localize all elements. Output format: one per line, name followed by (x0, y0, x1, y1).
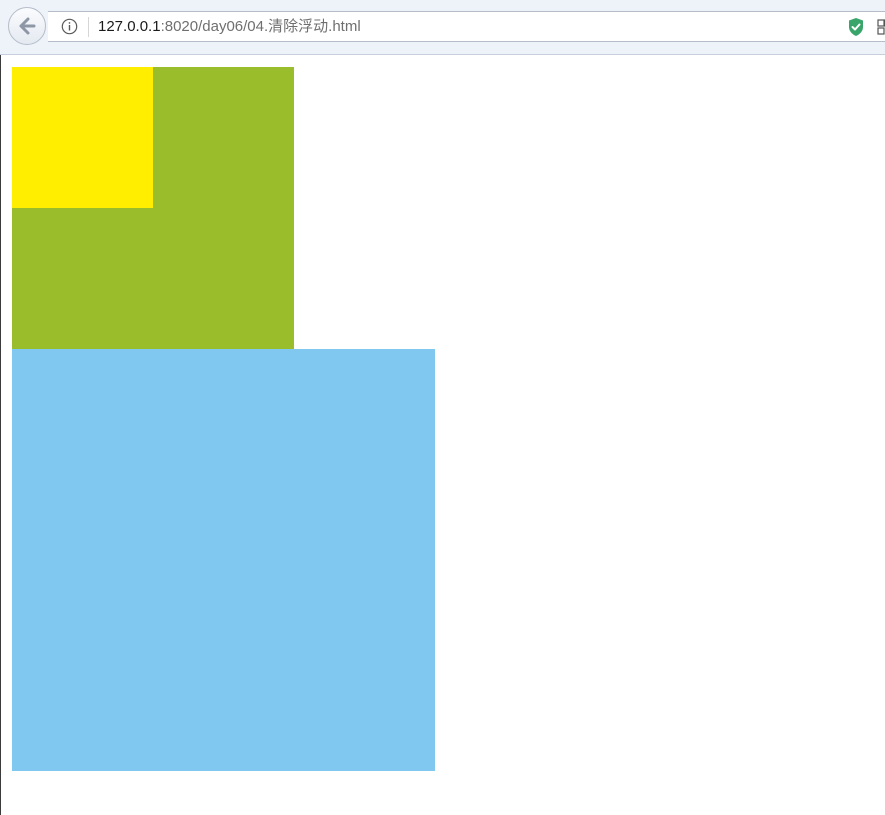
address-separator (88, 17, 89, 37)
extension-icon[interactable] (877, 18, 885, 36)
url-path: :8020/day06/04.清除浮动.html (160, 18, 361, 35)
url-host: 127.0.0.1 (98, 18, 161, 35)
info-icon[interactable] (61, 18, 78, 35)
back-button[interactable] (8, 7, 46, 45)
page-viewport (1, 56, 885, 815)
browser-toolbar: 127.0.0.1:8020/day06/04.清除浮动.html (0, 0, 885, 55)
back-arrow-icon (19, 17, 36, 35)
blue-box (12, 349, 435, 771)
url-text[interactable]: 127.0.0.1:8020/day06/04.清除浮动.html (98, 18, 361, 36)
shield-check-icon[interactable] (847, 17, 865, 37)
yellow-box (12, 67, 153, 208)
address-bar[interactable]: 127.0.0.1:8020/day06/04.清除浮动.html (48, 11, 885, 42)
